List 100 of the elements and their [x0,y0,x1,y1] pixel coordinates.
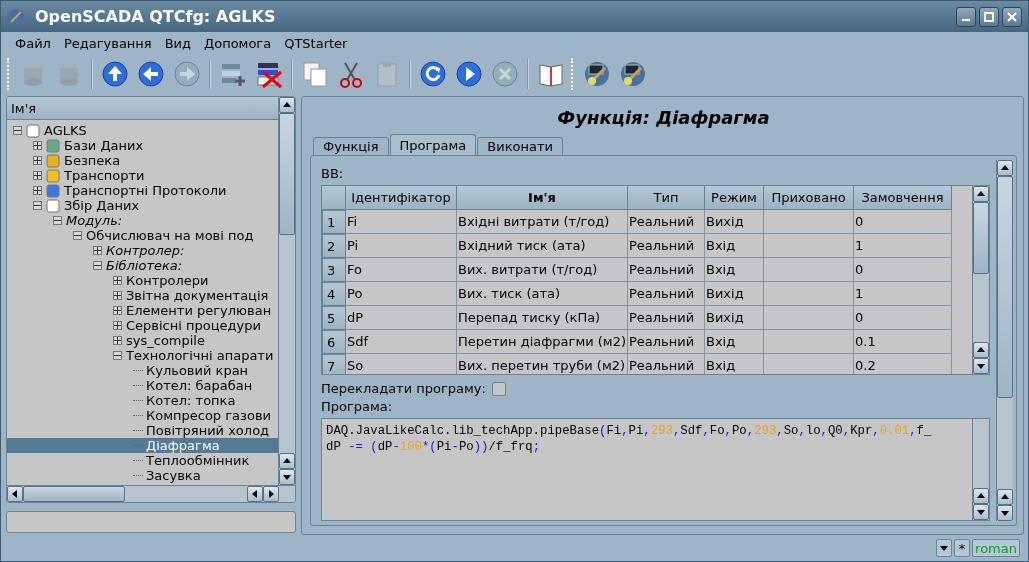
scroll-up-button[interactable] [973,186,989,202]
expand-icon[interactable] [113,291,122,300]
scroll-down-button[interactable] [279,469,295,485]
tree-item[interactable]: Елементи регулюван [126,303,272,318]
modified-indicator[interactable]: * [954,539,971,557]
row-number[interactable]: 3 [322,258,346,282]
code-editor[interactable]: DAQ.JavaLikeCalc.lib_techApp.pipeBase(Fi,Pi,293,Sdf,Fo,Po,293,So,lo,Q0,Kpr,0.01,f_ dP -= (dP-100*(Pi-Po))/f_frq; [321,418,990,521]
scroll-thumb[interactable] [279,113,295,235]
tree-item[interactable]: Повітряний холод [146,423,270,438]
up-triangle-icon [282,456,292,466]
scroll-thumb[interactable] [997,176,1013,398]
column-header[interactable]: Тип [628,186,705,210]
collapse-icon[interactable] [33,201,42,210]
scroll-left-button[interactable] [7,486,23,502]
tree-item[interactable]: Бібліотека: [106,258,183,273]
expand-icon[interactable] [33,186,42,195]
menu-item[interactable]: Файл [9,33,57,53]
menu-item[interactable]: Редагування [57,33,158,53]
scroll-down-button[interactable] [973,358,989,374]
tab[interactable]: Функція [313,137,389,155]
vertical-scrollbar[interactable] [972,186,989,374]
tree-item[interactable]: Звітна документація [126,288,269,303]
expand-icon[interactable] [113,321,122,330]
dropdown-button[interactable] [936,539,953,557]
row-number[interactable]: 5 [322,306,346,330]
tree-item[interactable]: AGLKS [44,123,87,138]
tab[interactable]: Виконати [477,137,563,155]
scroll-up-button[interactable] [279,97,295,113]
tree-item[interactable]: Кульовий кран [146,363,249,378]
row-number[interactable]: 6 [322,330,346,354]
minimize-button[interactable] [956,6,976,27]
menu-item[interactable]: Вид [158,33,198,53]
expand-icon[interactable] [33,156,42,165]
tree-item[interactable]: Контролери [126,273,209,288]
scroll-up-button[interactable] [973,488,989,504]
tree-item[interactable]: Контролер: [106,243,185,258]
tab[interactable]: Програма [389,134,477,155]
tree-item[interactable]: Компресор газови [146,408,271,423]
scroll-up-button[interactable] [997,160,1013,176]
maximize-button[interactable] [979,6,999,27]
column-header[interactable]: Ідентифікатор [346,186,457,210]
menu-item[interactable]: Допомога [198,33,278,53]
play-button[interactable] [453,58,485,90]
vertical-scrollbar[interactable] [996,160,1013,521]
scroll-up-button[interactable] [279,453,295,469]
column-header[interactable]: Замовчення [854,186,952,210]
horizontal-scrollbar[interactable] [7,485,295,502]
copy-icon [301,60,329,88]
row-number[interactable]: 7 [322,354,346,374]
vertical-scrollbar[interactable] [972,419,989,520]
tree-item[interactable]: Засувка [146,468,201,483]
expand-icon[interactable] [93,246,102,255]
code-line: DAQ.JavaLikeCalc.lib_techApp.pipeBase(Fi,Pi,293,Sdf,Fo,Po,293,So,lo,Q0,Kpr,0.01,f_ [326,424,933,440]
collapse-icon[interactable] [13,126,22,135]
tree-item[interactable]: Технологічні апарати [126,348,274,363]
collapse-icon[interactable] [113,351,122,360]
scroll-thumb[interactable] [973,202,989,274]
close-button[interactable] [1002,6,1022,27]
row-number[interactable]: 1 [322,210,346,234]
collapse-icon[interactable] [53,216,62,225]
scroll-right-button[interactable] [263,486,279,502]
column-header[interactable]: Ім'я [457,186,628,210]
scroll-up-button[interactable] [997,489,1013,505]
tree-item[interactable]: Бази Даних [64,138,144,153]
expand-icon[interactable] [33,171,42,180]
menu-item[interactable]: QTStarter [278,33,354,53]
row-number[interactable]: 2 [322,234,346,258]
checkbox[interactable] [491,381,506,396]
expand-icon[interactable] [113,336,122,345]
selected-tree-row[interactable]: Діафрагма [7,438,278,453]
tree-item[interactable]: Теплообмінник [146,453,250,468]
scroll-thumb[interactable] [23,486,125,502]
expand-icon[interactable] [113,306,122,315]
expand-icon[interactable] [33,141,42,150]
scroll-left-button[interactable] [247,486,263,502]
expand-icon[interactable] [113,276,122,285]
tree-item[interactable]: Збір Даних [64,198,140,213]
tree-item[interactable]: Транспортні Протоколи [64,183,227,198]
tree-item[interactable]: Транспорти [64,168,145,183]
up-arrow-button[interactable] [99,58,131,90]
tree-item[interactable]: Котел: барабан [146,378,253,393]
scroll-up-button[interactable] [973,342,989,358]
column-header[interactable]: Режим [705,186,764,210]
tree-item[interactable]: Обчислювач на мові под [86,228,254,243]
scroll-down-button[interactable] [973,504,989,520]
collapse-icon[interactable] [93,261,102,270]
tree-item[interactable]: Модуль: [66,213,123,228]
vertical-scrollbar[interactable] [278,97,295,485]
tree-item[interactable]: Котел: топка [146,393,236,408]
refresh-button[interactable] [417,58,449,90]
row-number[interactable]: 4 [322,282,346,306]
collapse-icon[interactable] [73,231,82,240]
tree-item[interactable]: sys_compile [126,333,205,348]
tree-item[interactable]: Сервісні процедури [126,318,261,333]
column-header[interactable]: Приховано [764,186,854,210]
column-header[interactable]: Ім'я [7,97,278,120]
back-arrow-button[interactable] [135,58,167,90]
tree-item[interactable]: Безпека [64,153,121,168]
tree-item[interactable]: Діафрагма [146,438,220,453]
scroll-down-button[interactable] [997,505,1013,521]
